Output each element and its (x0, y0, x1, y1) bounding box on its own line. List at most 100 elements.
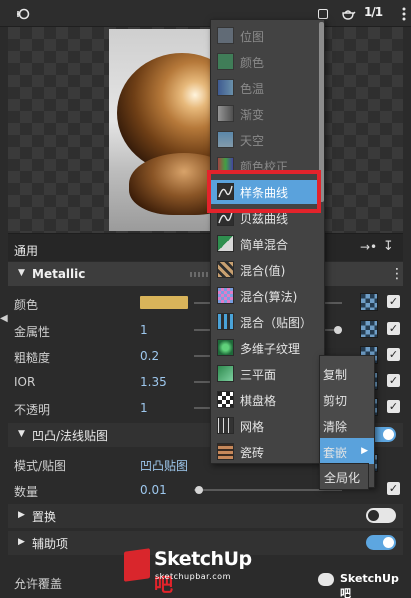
aux-toggle[interactable] (366, 535, 396, 550)
menu-item-clear[interactable]: 清除 (320, 412, 374, 438)
param-value[interactable]: 0.01 (140, 483, 167, 497)
sketchupbar-logo: SketchUp吧 sketchupbar.com (124, 548, 264, 596)
grid-icon (217, 417, 234, 434)
bitmap-icon (217, 27, 234, 44)
dropdown-item-label: 渐变 (240, 108, 265, 122)
param-label: 模式/贴图 (14, 459, 67, 473)
param-label: 粗糙度 (14, 351, 51, 365)
menu-item-copy[interactable]: 复制 (320, 360, 374, 386)
displacement-toggle[interactable] (366, 508, 396, 523)
dropdown-item-label: 网格 (240, 420, 265, 434)
displacement-section-header[interactable]: ▶ 置换 (8, 504, 403, 528)
collapse-triangle-icon[interactable]: ▶ (18, 510, 25, 520)
param-label: 金属性 (14, 325, 51, 339)
section-title: 凹凸/法线贴图 (32, 429, 109, 443)
general-label: 通用 (14, 244, 39, 258)
link-icon[interactable] (15, 6, 31, 22)
dropdown-item[interactable]: 简单混合 (211, 232, 318, 256)
general-bar: 通用 →• ↧ (8, 233, 403, 261)
texture-slot-icon[interactable] (360, 293, 378, 311)
enable-checkbox[interactable]: ✓ (387, 295, 400, 308)
dropdown-item-label: 棋盘格 (240, 394, 277, 408)
blend-map-icon (217, 313, 234, 330)
dropdown-item-label: 三平面 (240, 368, 277, 382)
texture-slot-icon[interactable] (360, 320, 378, 338)
dropdown-item-label: 位图 (240, 30, 265, 44)
dropdown-item-label: 天空 (240, 134, 265, 148)
menu-item-cut[interactable]: 剪切 (320, 386, 374, 412)
param-label: IOR (14, 375, 36, 389)
add-layer-icon[interactable]: ↧ (383, 239, 394, 254)
param-value[interactable]: 0.2 (140, 349, 159, 363)
enable-checkbox[interactable]: ✓ (387, 400, 400, 413)
multi-sub-texture-icon (217, 339, 234, 356)
param-row-color: 颜色 ✓ (8, 290, 403, 316)
enable-checkbox[interactable]: ✓ (387, 348, 400, 361)
dropdown-item[interactable]: 网格 (211, 414, 318, 438)
material-toolbar: 1/1 (0, 0, 411, 27)
sky-icon (217, 131, 234, 148)
dropdown-item[interactable]: 多维子纹理 (211, 336, 318, 360)
dropdown-item[interactable]: 三平面 (211, 362, 318, 386)
collapse-triangle-icon[interactable]: ▶ (18, 537, 25, 547)
allow-override-label: 允许覆盖 (14, 577, 63, 591)
menu-item-globalize[interactable]: 全局化 (319, 463, 369, 490)
dropdown-item[interactable]: 棋盘格 (211, 388, 318, 412)
dropdown-item[interactable]: 混合(值) (211, 258, 318, 282)
menu-item-label: 清除 (323, 420, 348, 434)
dropdown-item[interactable]: 天空 (211, 128, 318, 152)
more-vertical-icon[interactable] (396, 6, 411, 22)
dropdown-item-label: 混合(值) (240, 264, 286, 278)
logo-cube-icon (124, 548, 150, 582)
arrow-link-icon[interactable]: →• (360, 240, 377, 254)
enable-checkbox[interactable]: ✓ (387, 322, 400, 335)
dropdown-item[interactable]: 瓷砖 (211, 440, 318, 464)
wechat-account: SketchUp吧 (340, 572, 399, 598)
section-title: 置换 (32, 510, 57, 524)
slider-knob[interactable] (195, 486, 203, 494)
color-icon (217, 53, 234, 70)
texture-type-dropdown: 位图 颜色 色温 渐变 天空 颜色校正 样条曲线 贝兹曲线 简单混合 混合(值) 混合(算法) 混合（… (210, 19, 325, 464)
dropdown-item-label: 瓷砖 (240, 446, 265, 460)
triplanar-icon (217, 365, 234, 382)
material-preview (8, 27, 403, 233)
param-value[interactable]: 1 (140, 401, 148, 415)
enable-checkbox[interactable]: ✓ (387, 482, 400, 495)
dropdown-item[interactable]: 渐变 (211, 102, 318, 126)
dropdown-item[interactable]: 混合（贴图） (211, 310, 318, 334)
submenu-arrow-icon: ▶ (361, 446, 368, 456)
blend-algorithm-icon (217, 287, 234, 304)
param-row-metalness: 金属性 1 ✓ (8, 317, 403, 343)
menu-item-label: 复制 (323, 368, 348, 382)
dropdown-item[interactable]: 混合(算法) (211, 284, 318, 308)
dropdown-item[interactable]: 颜色 (211, 50, 318, 74)
dropdown-item-label: 颜色 (240, 56, 265, 70)
bump-mode-select[interactable]: 凹凸贴图 (140, 457, 188, 474)
expand-triangle-icon[interactable]: ▼ (18, 429, 25, 439)
expand-triangle-icon[interactable]: ▼ (18, 268, 25, 278)
param-label: 不透明 (14, 403, 51, 417)
frame-counter: 1/1 (364, 5, 383, 19)
param-value[interactable]: 1 (140, 323, 148, 337)
param-label: 颜色 (14, 298, 39, 312)
collapse-left-icon[interactable]: ◀ (0, 313, 8, 325)
dropdown-item-label: 多维子纹理 (240, 342, 301, 356)
more-vertical-icon[interactable]: ⋮ (390, 266, 404, 282)
slider-knob[interactable] (334, 326, 342, 334)
dropdown-item-label: 色温 (240, 82, 265, 96)
dropdown-item[interactable]: 位图 (211, 24, 318, 48)
render-region-icon[interactable] (318, 9, 328, 19)
wechat-icon (318, 573, 334, 586)
tiles-icon (217, 443, 234, 460)
material-header[interactable]: ▼ Metallic ⋮ (8, 262, 404, 286)
dropdown-item-label: 简单混合 (240, 238, 289, 252)
param-value[interactable]: 1.35 (140, 375, 167, 389)
menu-item-label: 剪切 (323, 394, 348, 408)
section-title: 辅助项 (32, 537, 69, 551)
color-swatch[interactable] (140, 296, 188, 309)
dropdown-item[interactable]: 色温 (211, 76, 318, 100)
blend-value-icon (217, 261, 234, 278)
enable-checkbox[interactable]: ✓ (387, 374, 400, 387)
menu-item-nest[interactable]: 套嵌 ▶ (320, 438, 374, 464)
teapot-icon[interactable] (340, 6, 356, 22)
